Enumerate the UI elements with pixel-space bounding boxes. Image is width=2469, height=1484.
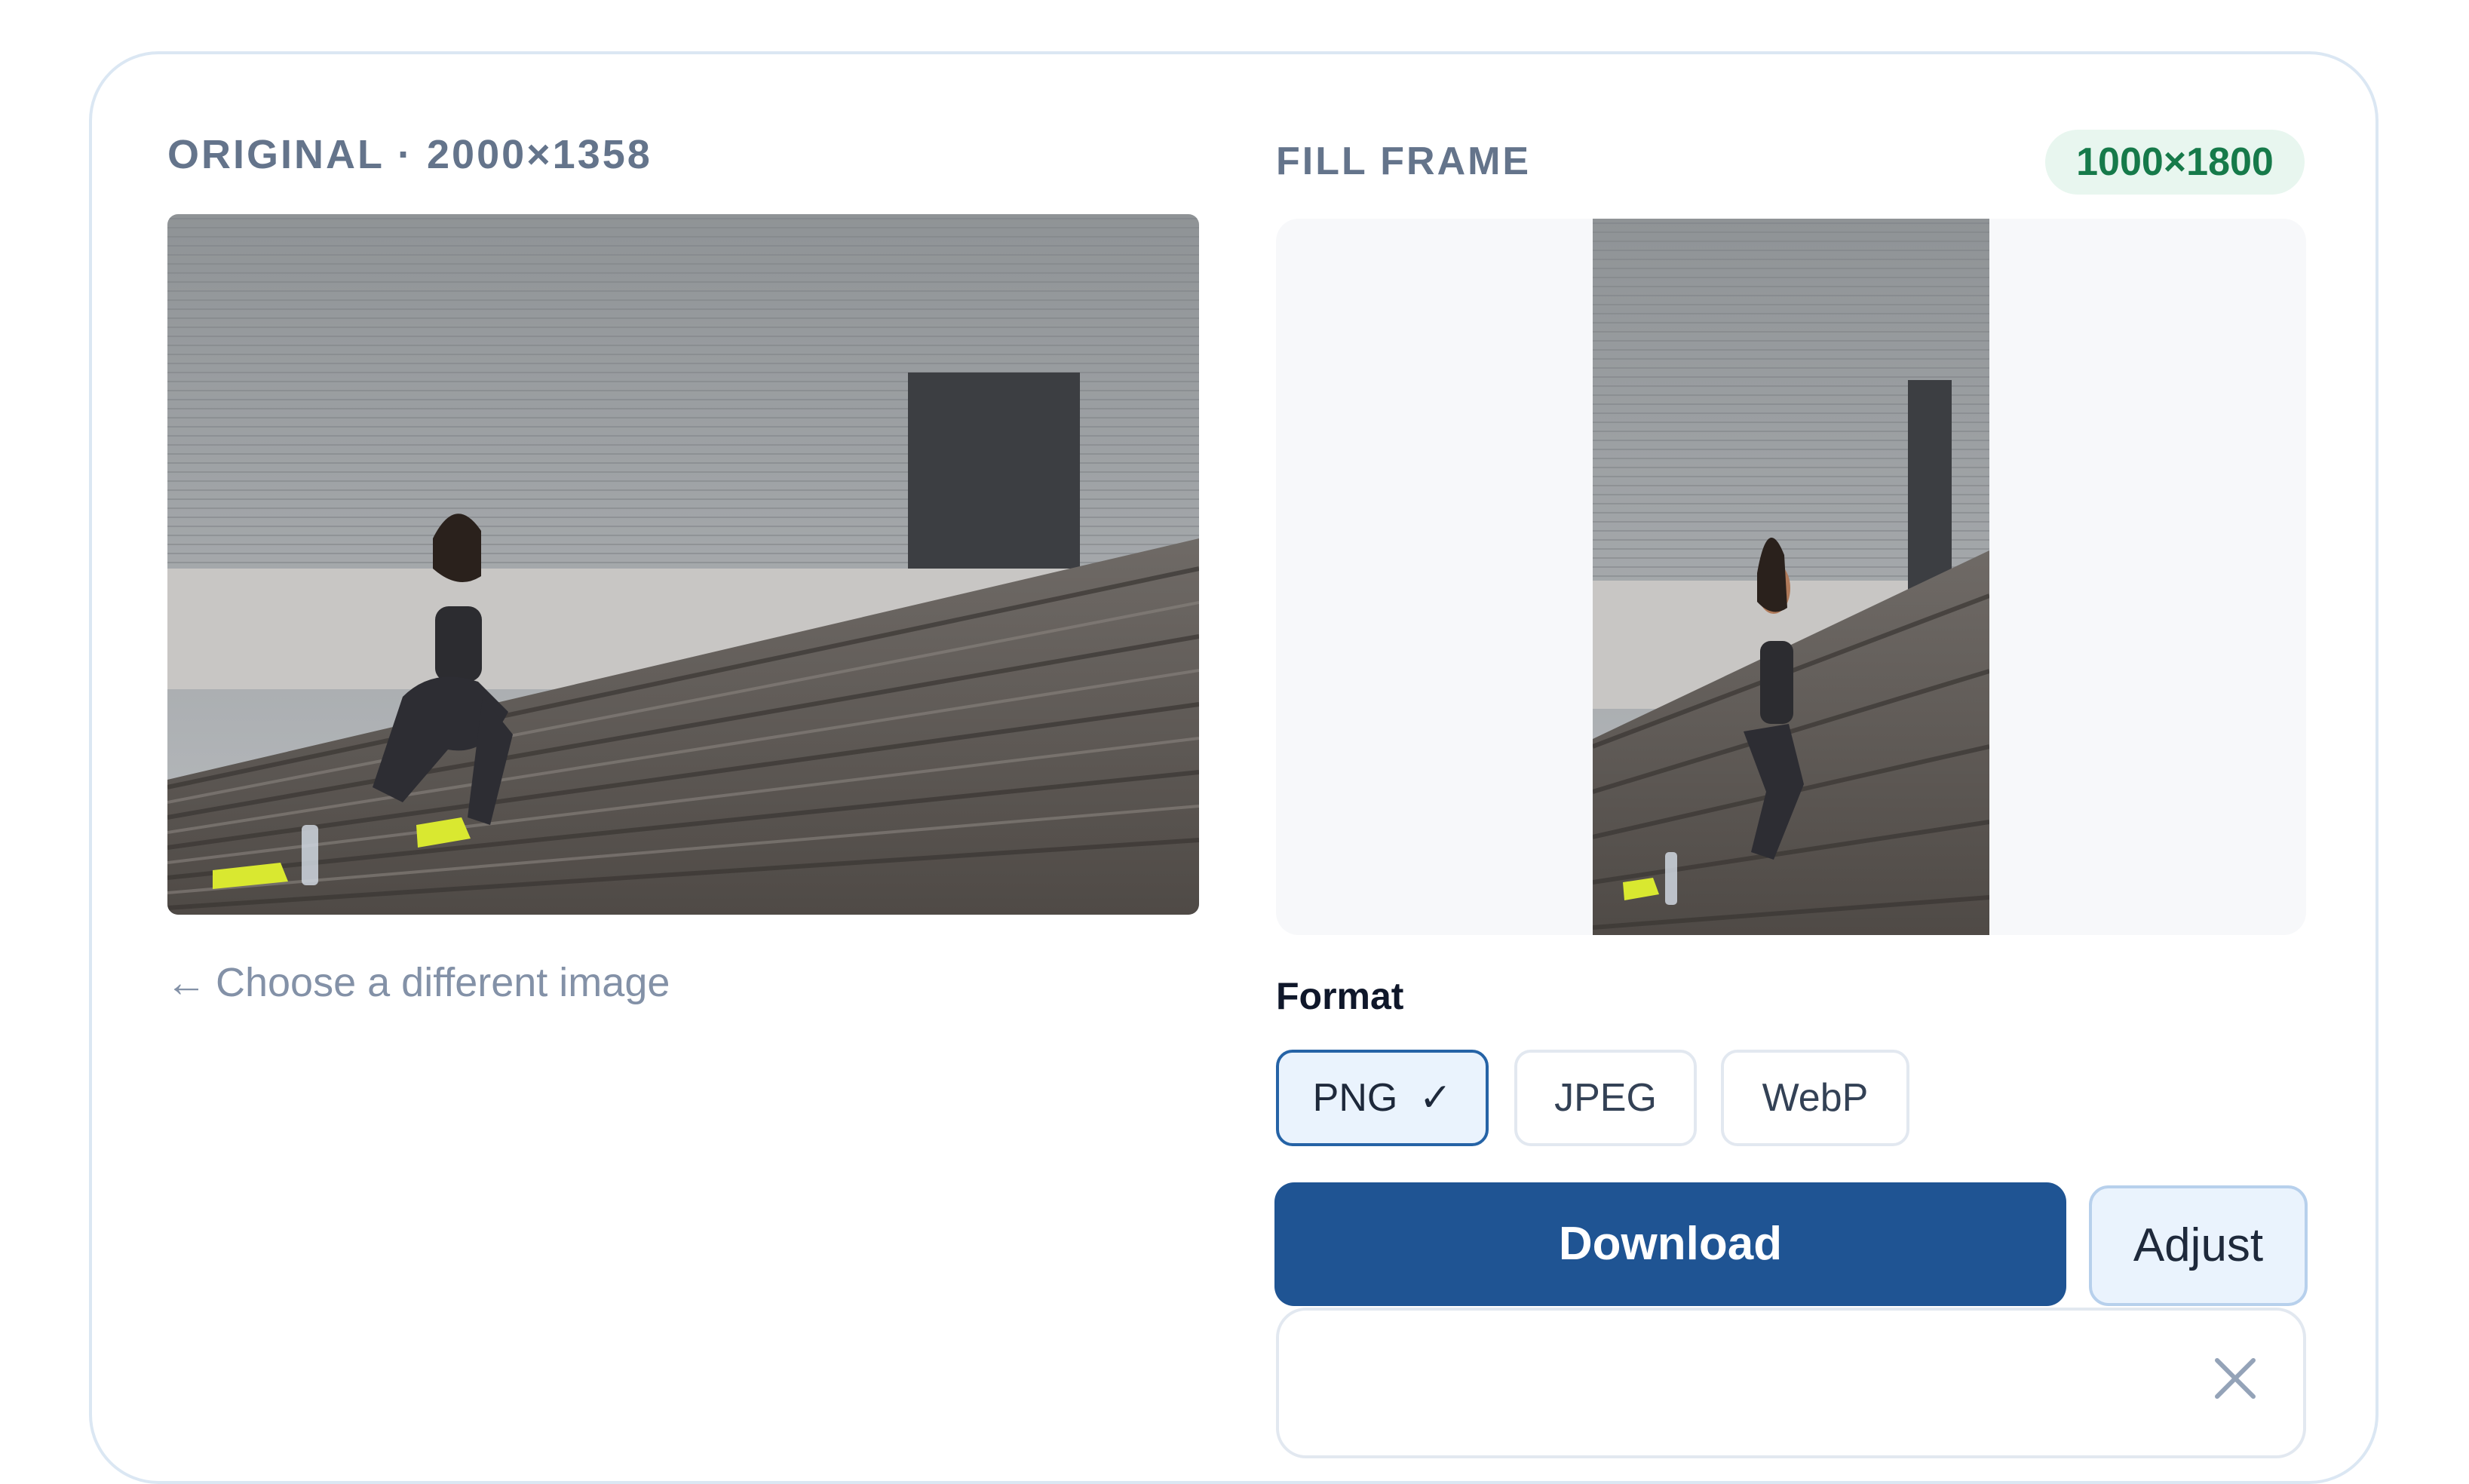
adjust-panel [1276, 1308, 2306, 1458]
download-button[interactable]: Download [1274, 1182, 2066, 1306]
preview-image [1593, 219, 1989, 935]
format-png-label: PNG [1312, 1076, 1398, 1120]
adjust-button[interactable]: Adjust [2089, 1185, 2308, 1306]
format-jpeg-option[interactable]: JPEG [1514, 1050, 1697, 1146]
format-jpeg-label: JPEG [1554, 1076, 1657, 1120]
format-webp-option[interactable]: WebP [1721, 1050, 1909, 1146]
arrow-left-icon: ← [166, 960, 207, 1005]
format-png-option[interactable]: PNG ✓ [1276, 1050, 1489, 1146]
original-label: ORIGINAL · 2000×1358 [167, 132, 652, 177]
original-image [167, 214, 1199, 915]
format-label: Format [1276, 975, 1404, 1017]
check-icon: ✓ [1419, 1076, 1452, 1120]
format-webp-label: WebP [1762, 1076, 1869, 1120]
back-link-text: Choose a different image [216, 960, 670, 1005]
close-icon[interactable] [2213, 1356, 2258, 1401]
choose-different-image-link[interactable]: ← Choose a different image [166, 959, 670, 1006]
preview-frame [1276, 219, 2306, 935]
fill-frame-label: FILL FRAME [1276, 140, 1532, 183]
dimensions-badge: 1000×1800 [2045, 130, 2305, 195]
